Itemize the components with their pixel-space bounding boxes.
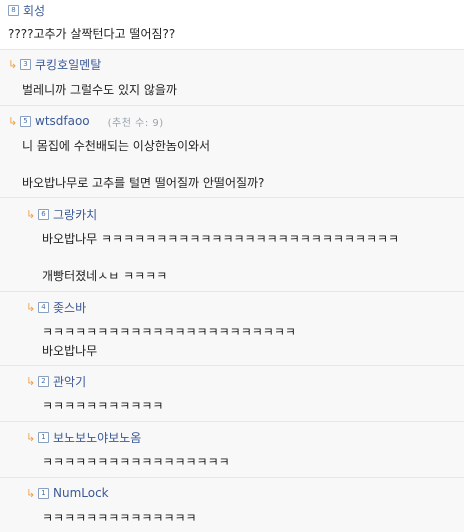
comment-author[interactable]: 관악기 (53, 373, 86, 390)
reply-arrow-icon: ↳ (26, 300, 36, 314)
comment-text: ㅋㅋㅋㅋㅋㅋㅋㅋㅋㅋㅋㅋㅋㅋㅋㅋㅋ (42, 455, 230, 469)
reply-comment: ↳ 4 좆스바 ㅋㅋㅋㅋㅋㅋㅋㅋㅋㅋㅋㅋㅋㅋㅋㅋㅋㅋㅋㅋㅋㅋㅋ 바오밥나무 (0, 291, 464, 366)
comment-author[interactable]: 보노보노야보노옴 (53, 429, 141, 446)
comment-text: 니 몸집에 수천배되는 이상한놈이와서 (22, 139, 211, 153)
level-icon: 8 (8, 4, 19, 16)
level-icon: 4 (38, 301, 49, 313)
comment-author[interactable]: 그랑카치 (53, 206, 97, 223)
comment-author[interactable]: NumLock (53, 486, 109, 500)
comment-text: 벌레니까 그럴수도 있지 않을까 (22, 83, 177, 97)
reply-arrow-icon: ↳ (26, 374, 36, 388)
recommend-count: (추천 수: 9) (107, 117, 164, 129)
comment-text: 바오밥나무 ㅋㅋㅋㅋㅋㅋㅋㅋㅋㅋㅋㅋㅋㅋㅋㅋㅋㅋㅋㅋㅋㅋㅋㅋㅋㅋㅋ (42, 232, 400, 246)
reply-arrow-icon: ↳ (26, 207, 36, 221)
reply-comment: ↳ 1 보노보노야보노옴 ㅋㅋㅋㅋㅋㅋㅋㅋㅋㅋㅋㅋㅋㅋㅋㅋㅋ (0, 421, 464, 478)
comment-author[interactable]: 쿠킹호일멘탈 (35, 56, 101, 73)
comment-text: ㅋㅋㅋㅋㅋㅋㅋㅋㅋㅋㅋㅋㅋㅋㅋㅋㅋㅋㅋㅋㅋㅋㅋ (42, 325, 296, 339)
reply-arrow-icon: ↳ (8, 114, 18, 128)
level-icon: 1 (38, 431, 49, 443)
comment-text: 바오밥나무로 고추를 털면 떨어질까 안떨어질까? (22, 176, 265, 190)
reply-comment: ↳ 5 wtsdfaoo (추천 수: 9) 니 몸집에 수천배되는 이상한놈이… (0, 105, 464, 198)
level-icon: 5 (20, 115, 31, 127)
reply-comment: ↳ 3 쿠킹호일멘탈 벌레니까 그럴수도 있지 않을까 (0, 49, 464, 106)
comment-author[interactable]: 좆스바 (53, 299, 86, 316)
comment-text: ㅋㅋㅋㅋㅋㅋㅋㅋㅋㅋㅋ (42, 399, 164, 413)
comment-author[interactable]: wtsdfaoo (35, 114, 90, 128)
reply-arrow-icon: ↳ (26, 430, 36, 444)
reply-arrow-icon: ↳ (26, 486, 36, 500)
level-icon: 1 (38, 487, 49, 499)
comment: 8 회성 ????고추가 살짝턴다고 떨어짐?? (0, 0, 464, 49)
reply-arrow-icon: ↳ (8, 57, 18, 71)
reply-comment: ↳ 6 그랑카치 바오밥나무 ㅋㅋㅋㅋㅋㅋㅋㅋㅋㅋㅋㅋㅋㅋㅋㅋㅋㅋㅋㅋㅋㅋㅋㅋㅋ… (0, 197, 464, 292)
comment-text: ????고추가 살짝턴다고 떨어짐?? (8, 27, 176, 41)
comment-text: ㅋㅋㅋㅋㅋㅋㅋㅋㅋㅋㅋㅋㅋㅋ (42, 511, 197, 525)
level-icon: 6 (38, 208, 49, 220)
comment-author[interactable]: 회성 (23, 2, 45, 19)
comment-text: 바오밥나무 (42, 344, 98, 358)
reply-comment: ↳ 1 NumLock ㅋㅋㅋㅋㅋㅋㅋㅋㅋㅋㅋㅋㅋㅋ (0, 477, 464, 532)
reply-comment: ↳ 2 관악기 ㅋㅋㅋㅋㅋㅋㅋㅋㅋㅋㅋ (0, 365, 464, 422)
comment-text: 개빵터졌네ㅅㅂ ㅋㅋㅋㅋ (42, 269, 168, 283)
level-icon: 2 (38, 375, 49, 387)
level-icon: 3 (20, 58, 31, 70)
